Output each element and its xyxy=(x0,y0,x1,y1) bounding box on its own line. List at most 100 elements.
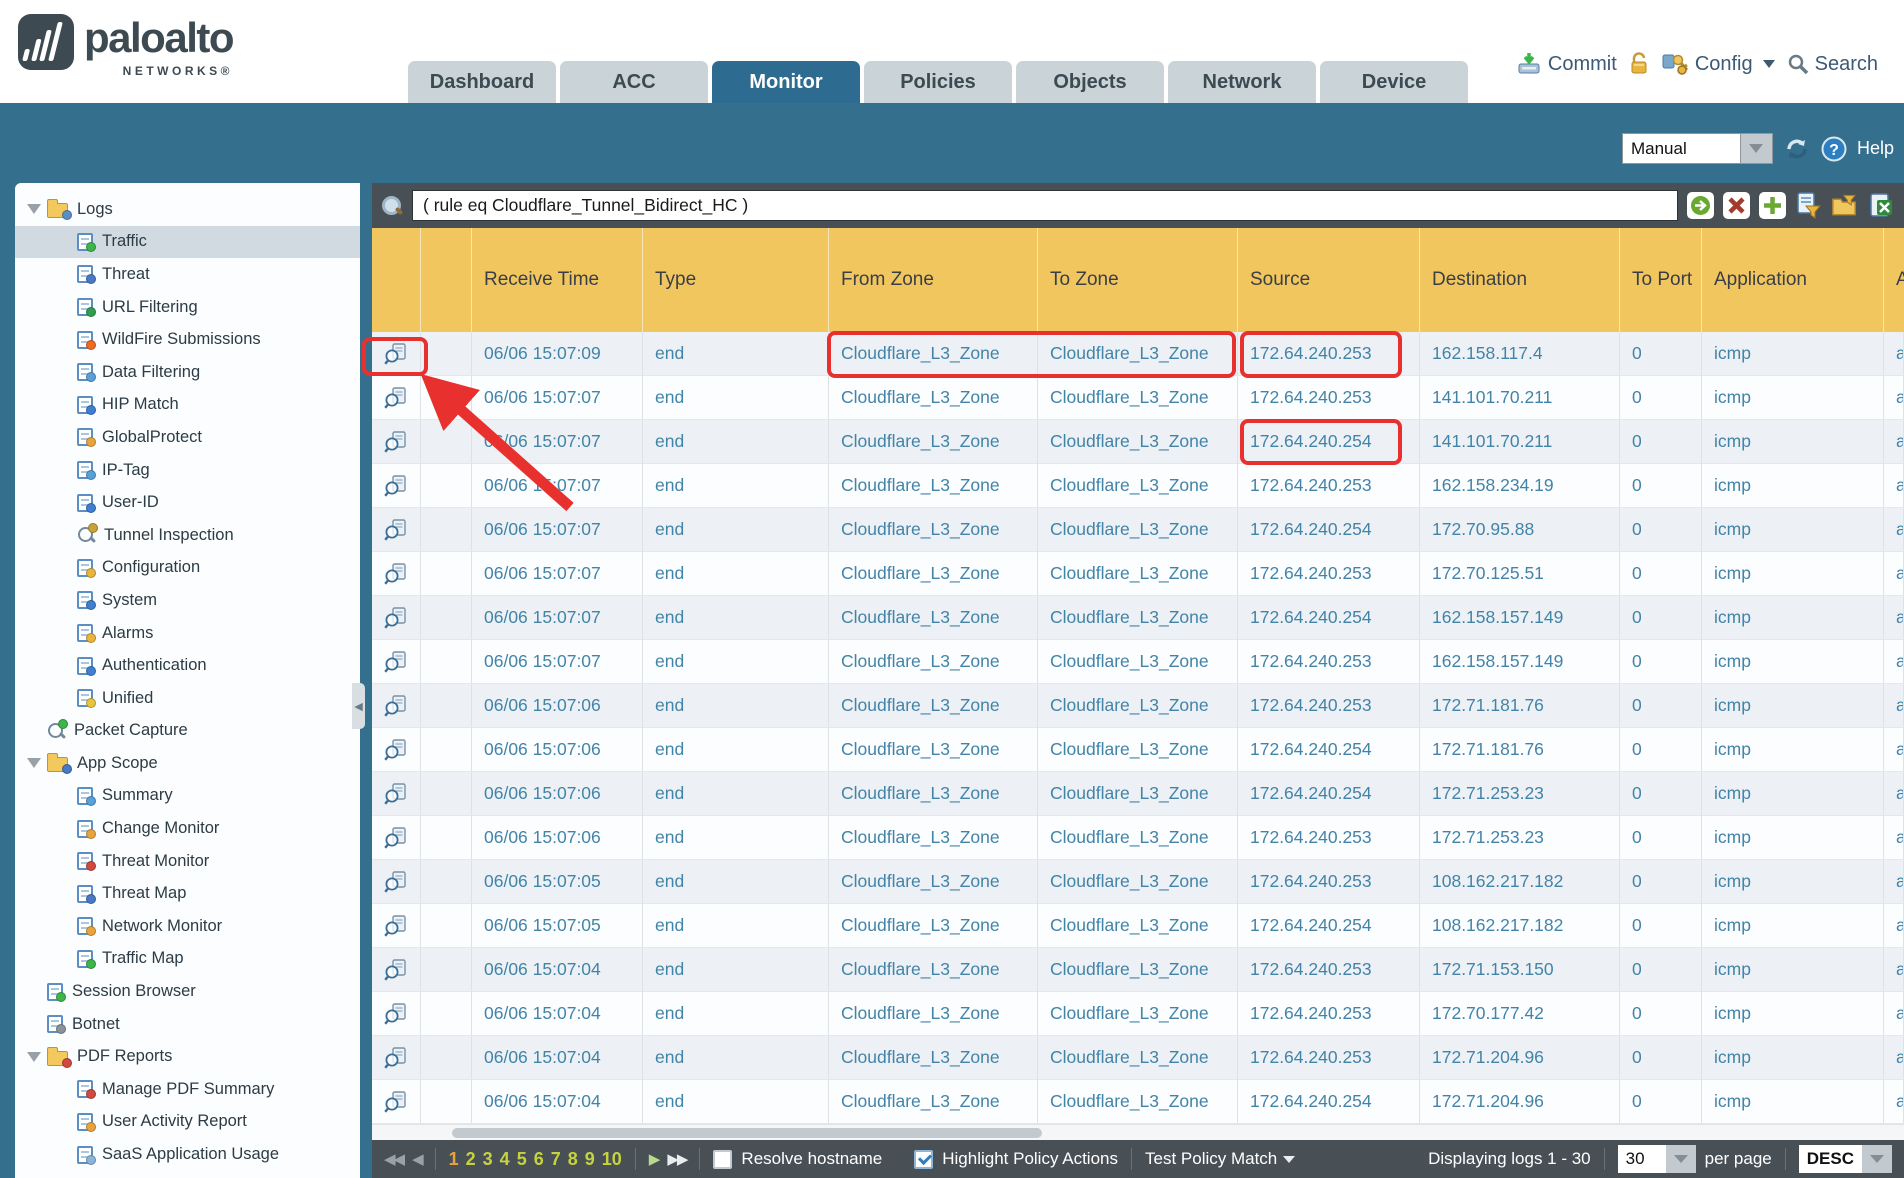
application-cell[interactable]: icmp xyxy=(1702,376,1884,419)
page-number[interactable]: 4 xyxy=(500,1149,510,1170)
type-cell[interactable]: end xyxy=(643,728,829,771)
to-port-cell[interactable]: 0 xyxy=(1620,552,1702,595)
from-zone-cell[interactable]: Cloudflare_L3_Zone xyxy=(829,552,1038,595)
search-button[interactable]: Search xyxy=(1787,53,1878,76)
application-cell[interactable]: icmp xyxy=(1702,948,1884,991)
tab-objects[interactable]: Objects xyxy=(1016,61,1164,103)
tab-dashboard[interactable]: Dashboard xyxy=(408,61,556,103)
destination-cell[interactable]: 172.70.125.51 xyxy=(1420,552,1620,595)
destination-cell[interactable]: 172.71.253.23 xyxy=(1420,772,1620,815)
log-detail-button[interactable] xyxy=(372,816,421,859)
to-zone-cell[interactable]: Cloudflare_L3_Zone xyxy=(1038,640,1238,683)
export-csv-button[interactable] xyxy=(1867,192,1894,219)
column-header-receive-time[interactable]: Receive Time xyxy=(472,228,643,332)
to-port-cell[interactable]: 0 xyxy=(1620,816,1702,859)
log-detail-button[interactable] xyxy=(372,684,421,727)
page-number[interactable]: 2 xyxy=(466,1149,476,1170)
destination-cell[interactable]: 141.101.70.211 xyxy=(1420,376,1620,419)
sidebar-item-user-id[interactable]: User-ID xyxy=(15,486,360,519)
to-port-cell[interactable]: 0 xyxy=(1620,904,1702,947)
from-zone-cell[interactable]: Cloudflare_L3_Zone xyxy=(829,1080,1038,1123)
tree-expander-icon[interactable] xyxy=(27,1052,41,1062)
page-number[interactable]: 7 xyxy=(551,1149,561,1170)
sidebar-item-user-activity-report[interactable]: User Activity Report xyxy=(15,1106,360,1139)
destination-cell[interactable]: 172.71.181.76 xyxy=(1420,684,1620,727)
action-cell[interactable]: a xyxy=(1884,420,1904,463)
column-header-destination[interactable]: Destination xyxy=(1420,228,1620,332)
destination-cell[interactable]: 172.70.177.42 xyxy=(1420,992,1620,1035)
action-cell[interactable]: a xyxy=(1884,684,1904,727)
last-page-button[interactable]: ▶▶ xyxy=(667,1150,686,1168)
application-cell[interactable]: icmp xyxy=(1702,640,1884,683)
source-cell[interactable]: 172.64.240.253 xyxy=(1238,948,1420,991)
type-cell[interactable]: end xyxy=(643,552,829,595)
from-zone-cell[interactable]: Cloudflare_L3_Zone xyxy=(829,684,1038,727)
log-detail-button[interactable] xyxy=(372,508,421,551)
sidebar-item-wildfire-submissions[interactable]: WildFire Submissions xyxy=(15,323,360,356)
sidebar-item-data-filtering[interactable]: Data Filtering xyxy=(15,356,360,389)
source-cell[interactable]: 172.64.240.254 xyxy=(1238,772,1420,815)
from-zone-cell[interactable]: Cloudflare_L3_Zone xyxy=(829,816,1038,859)
log-detail-button[interactable] xyxy=(372,1036,421,1079)
source-cell[interactable]: 172.64.240.254 xyxy=(1238,596,1420,639)
column-header-to-zone[interactable]: To Zone xyxy=(1038,228,1238,332)
sidebar-item-unified[interactable]: Unified xyxy=(15,682,360,715)
destination-cell[interactable]: 172.71.204.96 xyxy=(1420,1036,1620,1079)
to-zone-cell[interactable]: Cloudflare_L3_Zone xyxy=(1038,420,1238,463)
source-cell[interactable]: 172.64.240.253 xyxy=(1238,684,1420,727)
source-cell[interactable]: 172.64.240.253 xyxy=(1238,640,1420,683)
column-header-detail[interactable] xyxy=(372,228,421,332)
receive-time-cell[interactable]: 06/06 15:07:04 xyxy=(472,1080,643,1123)
type-cell[interactable]: end xyxy=(643,816,829,859)
sidebar-item-network-monitor[interactable]: Network Monitor xyxy=(15,910,360,943)
highlight-policy-actions-checkbox[interactable] xyxy=(914,1150,933,1169)
to-zone-cell[interactable]: Cloudflare_L3_Zone xyxy=(1038,464,1238,507)
receive-time-cell[interactable]: 06/06 15:07:09 xyxy=(472,332,643,375)
from-zone-cell[interactable]: Cloudflare_L3_Zone xyxy=(829,332,1038,375)
column-header-type[interactable]: Type xyxy=(643,228,829,332)
sidebar-item-globalprotect[interactable]: GlobalProtect xyxy=(15,421,360,454)
to-port-cell[interactable]: 0 xyxy=(1620,728,1702,771)
destination-cell[interactable]: 141.101.70.211 xyxy=(1420,420,1620,463)
to-port-cell[interactable]: 0 xyxy=(1620,1036,1702,1079)
refresh-interval-dropdown-arrow[interactable] xyxy=(1740,133,1773,164)
log-detail-button[interactable] xyxy=(372,728,421,771)
add-filter-button[interactable] xyxy=(1759,192,1786,219)
to-zone-cell[interactable]: Cloudflare_L3_Zone xyxy=(1038,596,1238,639)
column-header-flags[interactable] xyxy=(421,228,472,332)
action-cell[interactable]: a xyxy=(1884,772,1904,815)
sidebar-item-packet-capture[interactable]: Packet Capture xyxy=(15,715,360,748)
refresh-icon[interactable] xyxy=(1783,136,1811,162)
type-cell[interactable]: end xyxy=(643,508,829,551)
action-cell[interactable]: a xyxy=(1884,464,1904,507)
tree-expander-icon[interactable] xyxy=(27,204,41,214)
application-cell[interactable]: icmp xyxy=(1702,508,1884,551)
tree-expander-icon[interactable] xyxy=(27,758,41,768)
from-zone-cell[interactable]: Cloudflare_L3_Zone xyxy=(829,596,1038,639)
type-cell[interactable]: end xyxy=(643,464,829,507)
to-port-cell[interactable]: 0 xyxy=(1620,596,1702,639)
to-zone-cell[interactable]: Cloudflare_L3_Zone xyxy=(1038,860,1238,903)
sidebar-item-logs[interactable]: Logs xyxy=(15,193,360,226)
log-detail-button[interactable] xyxy=(372,1080,421,1123)
log-detail-button[interactable] xyxy=(372,464,421,507)
page-number[interactable]: 5 xyxy=(517,1149,527,1170)
from-zone-cell[interactable]: Cloudflare_L3_Zone xyxy=(829,860,1038,903)
source-cell[interactable]: 172.64.240.253 xyxy=(1238,552,1420,595)
from-zone-cell[interactable]: Cloudflare_L3_Zone xyxy=(829,640,1038,683)
from-zone-cell[interactable]: Cloudflare_L3_Zone xyxy=(829,1036,1038,1079)
to-zone-cell[interactable]: Cloudflare_L3_Zone xyxy=(1038,816,1238,859)
type-cell[interactable]: end xyxy=(643,772,829,815)
receive-time-cell[interactable]: 06/06 15:07:05 xyxy=(472,860,643,903)
sidebar-item-session-browser[interactable]: Session Browser xyxy=(15,975,360,1008)
application-cell[interactable]: icmp xyxy=(1702,596,1884,639)
type-cell[interactable]: end xyxy=(643,1036,829,1079)
sidebar-item-threat-map[interactable]: Threat Map xyxy=(15,877,360,910)
receive-time-cell[interactable]: 06/06 15:07:04 xyxy=(472,948,643,991)
column-header-source[interactable]: Source xyxy=(1238,228,1420,332)
type-cell[interactable]: end xyxy=(643,420,829,463)
column-header-action[interactable]: A xyxy=(1884,228,1904,332)
destination-cell[interactable]: 108.162.217.182 xyxy=(1420,860,1620,903)
to-zone-cell[interactable]: Cloudflare_L3_Zone xyxy=(1038,948,1238,991)
per-page-select[interactable]: 30 xyxy=(1618,1145,1696,1173)
